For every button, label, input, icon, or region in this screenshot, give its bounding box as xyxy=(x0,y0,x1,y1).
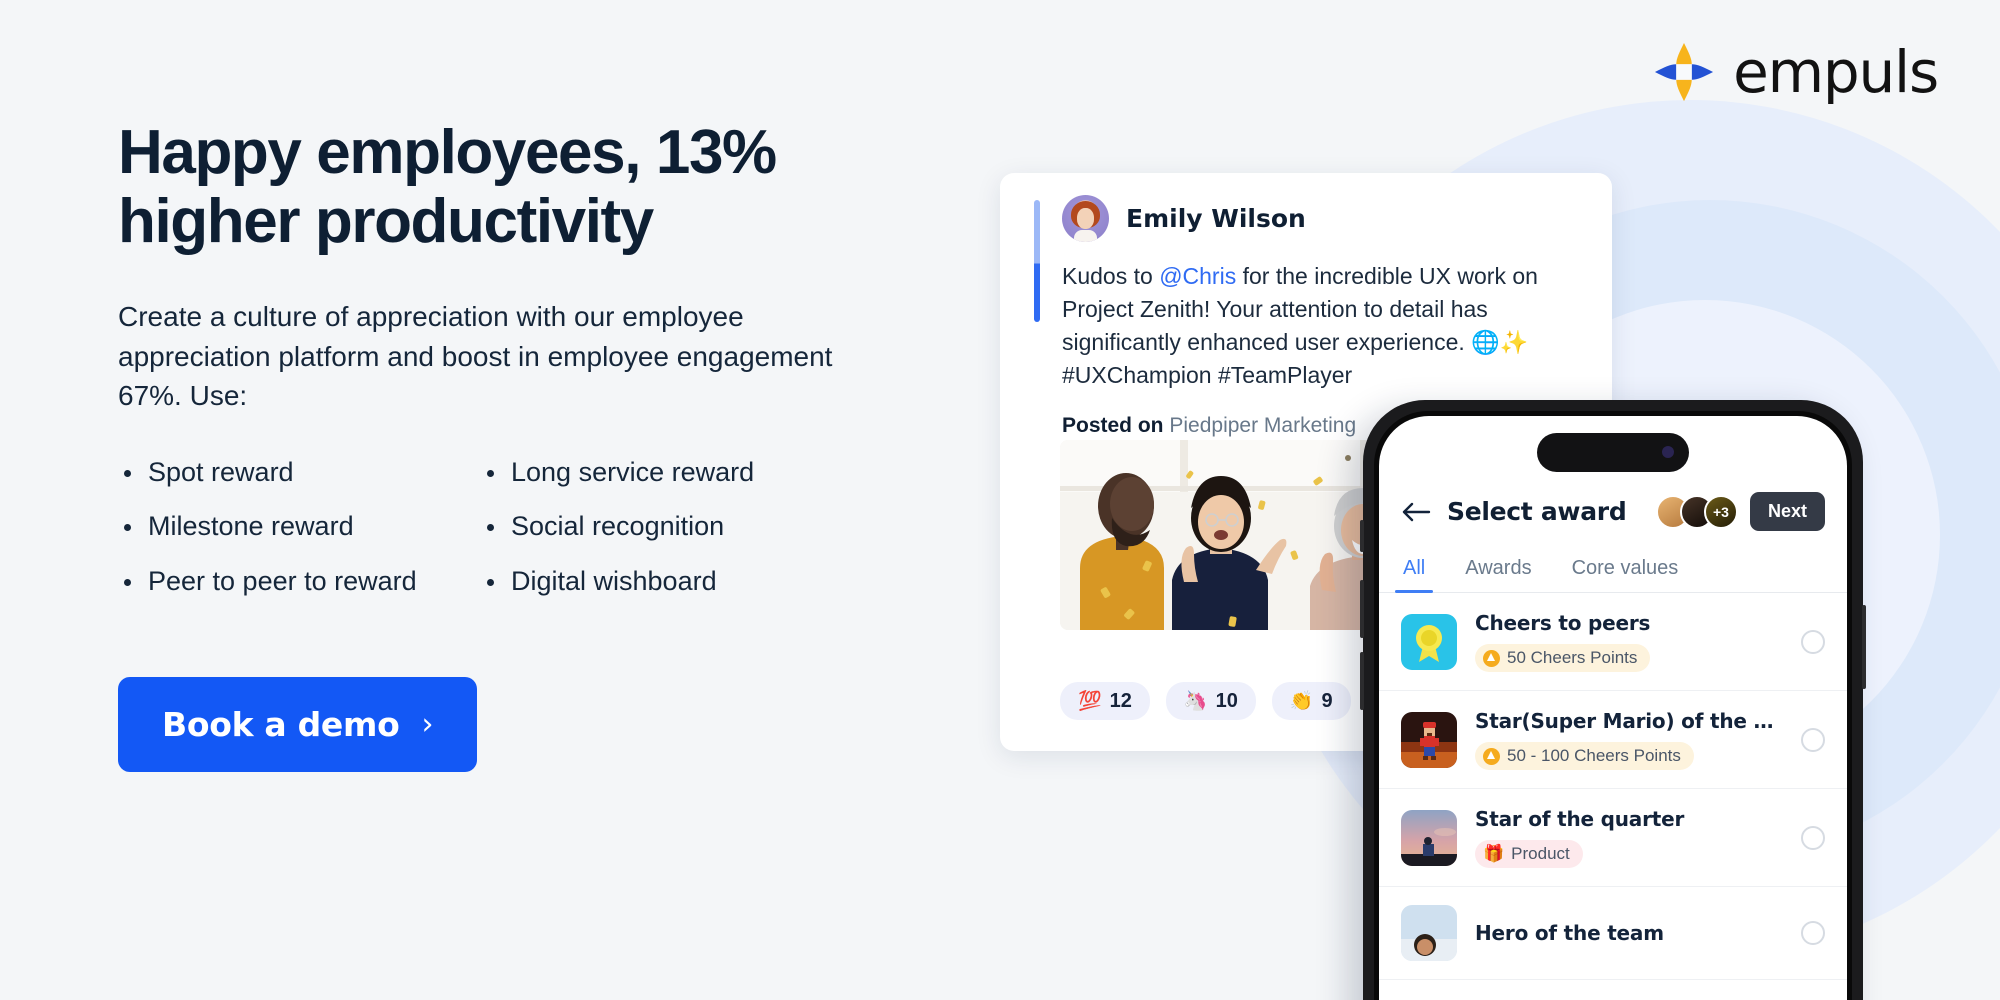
phone-mockup: Select award +3 Next All Awards Core val… xyxy=(1360,400,1866,1000)
phone-power-button xyxy=(1862,605,1866,689)
status-badge: 🎁 Product xyxy=(1475,840,1583,868)
list-item: Long service reward xyxy=(481,458,841,486)
list-item[interactable]: Hero of the team xyxy=(1379,887,1847,980)
tab-awards[interactable]: Awards xyxy=(1463,549,1533,592)
next-button[interactable]: Next xyxy=(1749,492,1825,531)
portrait-photo-icon xyxy=(1401,905,1457,961)
feature-lists: Spot reward Milestone reward Peer to pee… xyxy=(118,458,918,621)
medal-badge-icon xyxy=(1401,613,1457,670)
award-radio[interactable] xyxy=(1801,629,1825,654)
posted-on-value[interactable]: Piedpiper Marketing xyxy=(1169,414,1356,437)
list-item: Spot reward xyxy=(118,458,463,486)
reaction-count: 9 xyxy=(1321,689,1333,712)
reaction-count: 10 xyxy=(1215,689,1238,712)
award-radio[interactable] xyxy=(1801,727,1825,752)
phone-volume-up-button xyxy=(1360,580,1364,638)
gift-icon: 🎁 xyxy=(1483,844,1505,863)
coin-icon xyxy=(1483,747,1500,765)
cta-label: Book a demo xyxy=(162,705,400,745)
hero-copy-column: Happy employees, 13% higher productivity… xyxy=(118,118,918,773)
coin-icon xyxy=(1483,649,1500,667)
list-item[interactable]: Star(Super Mario) of the month(Dec... 50… xyxy=(1379,691,1847,789)
tab-all[interactable]: All xyxy=(1394,549,1434,593)
status-badge: 50 - 100 Cheers Points xyxy=(1475,742,1694,770)
list-item: Social recognition xyxy=(481,512,841,541)
award-name: Star of the quarter xyxy=(1475,807,1685,831)
user-mention[interactable]: @Chris xyxy=(1159,263,1236,289)
super-mario-icon xyxy=(1401,711,1457,768)
feature-list-left: Spot reward Milestone reward Peer to pee… xyxy=(118,458,463,621)
book-a-demo-button[interactable]: Book a demo › xyxy=(118,677,478,773)
post-accent-bar xyxy=(1034,200,1040,322)
screen-title: Select award xyxy=(1447,497,1627,526)
brand-wordmark: empuls xyxy=(1733,38,1939,106)
award-name: Hero of the team xyxy=(1475,921,1664,945)
page-title: Happy employees, 13% higher productivity xyxy=(118,118,777,257)
hundred-points-icon: 💯 xyxy=(1078,691,1102,712)
badge-label: Product xyxy=(1511,844,1570,863)
hero-subcopy: Create a culture of appreciation with ou… xyxy=(118,300,833,412)
reaction-pill[interactable]: 👏 9 xyxy=(1271,682,1351,720)
list-item: Milestone reward xyxy=(118,512,463,541)
post-header: Emily Wilson xyxy=(1062,195,1582,242)
phone-bezel: Select award +3 Next All Awards Core val… xyxy=(1374,411,1852,1000)
posted-on-label: Posted on xyxy=(1062,413,1164,437)
badge-label: 50 - 100 Cheers Points xyxy=(1507,746,1681,765)
chevron-right-icon: › xyxy=(421,706,434,742)
award-name: Cheers to peers xyxy=(1475,611,1651,635)
reaction-pill[interactable]: 🦄 10 xyxy=(1165,682,1256,720)
reaction-count: 12 xyxy=(1109,689,1132,712)
phone-screen: Select award +3 Next All Awards Core val… xyxy=(1379,416,1847,1000)
award-radio[interactable] xyxy=(1801,921,1825,945)
four-point-star-icon xyxy=(1655,42,1714,102)
message-prefix: Kudos to xyxy=(1062,263,1160,289)
feature-list-right: Long service reward Social recognition D… xyxy=(481,458,841,621)
phone-mute-switch xyxy=(1360,520,1364,552)
avatar-overflow-count: +3 xyxy=(1703,494,1738,529)
award-tabs: All Awards Core values xyxy=(1379,545,1847,593)
list-item[interactable]: Star of the quarter 🎁 Product xyxy=(1379,789,1847,887)
post-message: Kudos to @Chris for the incredible UX wo… xyxy=(1062,260,1542,392)
participant-avatars[interactable]: +3 xyxy=(1655,494,1738,529)
reaction-pill[interactable]: 💯 12 xyxy=(1060,682,1150,720)
phone-volume-down-button xyxy=(1360,652,1364,710)
sunset-silhouette-icon xyxy=(1401,809,1457,866)
status-badge: 50 Cheers Points xyxy=(1475,644,1651,672)
dynamic-island xyxy=(1537,433,1689,472)
list-item[interactable]: Cheers to peers 50 Cheers Points xyxy=(1379,593,1847,691)
clapping-hands-icon: 👏 xyxy=(1289,691,1314,712)
front-camera-icon xyxy=(1662,446,1674,458)
avatar xyxy=(1062,195,1109,242)
arrow-left-icon[interactable] xyxy=(1401,501,1431,523)
badge-label: 50 Cheers Points xyxy=(1507,648,1638,667)
brand-logo[interactable]: empuls xyxy=(1653,38,1939,106)
list-item: Peer to peer to reward xyxy=(118,566,463,595)
award-name: Star(Super Mario) of the month(Dec... xyxy=(1475,709,1783,733)
unicorn-icon: 🦄 xyxy=(1183,691,1208,712)
post-author-name: Emily Wilson xyxy=(1126,204,1306,233)
tab-core-values[interactable]: Core values xyxy=(1570,549,1681,592)
list-item: Digital wishboard xyxy=(481,566,841,595)
award-radio[interactable] xyxy=(1801,825,1825,850)
hero-banner: empuls Happy employees, 13% higher produ… xyxy=(0,0,2000,1000)
